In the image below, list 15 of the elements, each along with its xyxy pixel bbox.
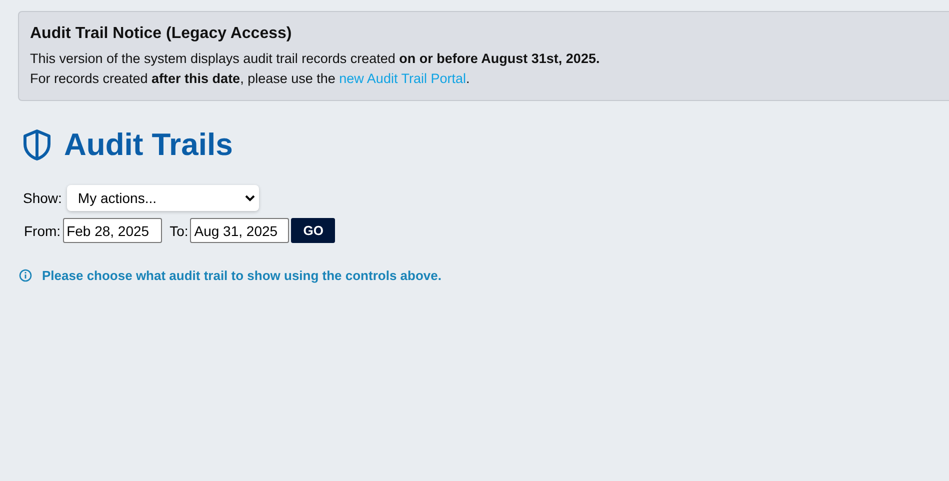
page-title: Audit Trails: [64, 127, 233, 163]
shield-icon: [22, 129, 52, 161]
notice-title: Audit Trail Notice (Legacy Access): [30, 25, 293, 43]
to-label: To:: [170, 222, 188, 238]
go-button[interactable]: GO: [291, 218, 336, 243]
info-icon: [19, 269, 32, 282]
notice-text: For records created after this date, please use the new Audit Trail Portal.: [30, 70, 471, 88]
from-date-field[interactable]: Feb 28, 2025: [62, 218, 162, 243]
show-dropdown[interactable]: My actions...: [66, 185, 259, 211]
chevron-down-icon: [244, 194, 255, 202]
from-label: From:: [24, 222, 61, 238]
notice-text: This version of the system displays audit trail records created on or before August 31st, 2025.: [30, 50, 601, 68]
show-label: Show:: [23, 190, 62, 206]
to-date-field[interactable]: Aug 31, 2025: [190, 218, 290, 243]
info-message: Please choose what audit trail to show using the controls above.: [42, 268, 442, 283]
